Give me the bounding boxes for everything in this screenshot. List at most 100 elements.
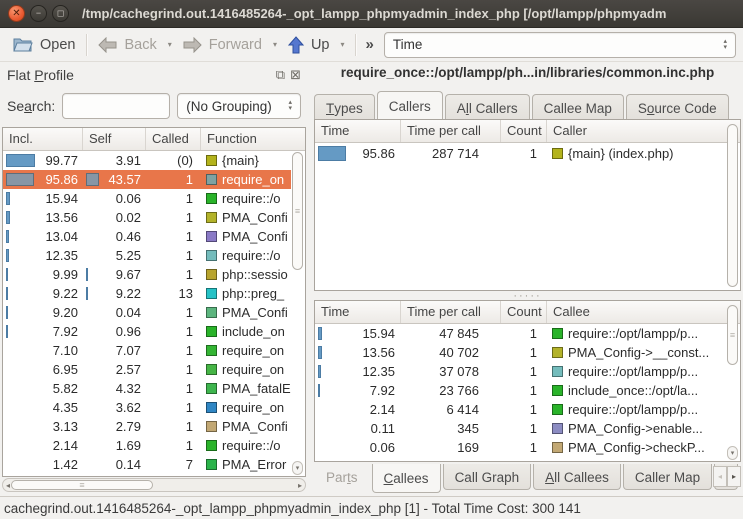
- tab-callees[interactable]: Callees: [372, 464, 441, 493]
- tab-all-callees[interactable]: All Callees: [533, 464, 621, 490]
- column-header-count[interactable]: Count: [501, 120, 547, 142]
- table-row[interactable]: 0.031031PMA_C: [315, 457, 727, 461]
- scrollbar-thumb[interactable]: ≡: [727, 305, 738, 365]
- cost-bar: [318, 146, 346, 161]
- column-header-count[interactable]: Count: [501, 301, 547, 323]
- column-header-self[interactable]: Self: [83, 128, 146, 150]
- column-header-time-per-call[interactable]: Time per call: [401, 301, 501, 323]
- close-dock-icon[interactable]: ⊠: [290, 67, 301, 83]
- vertical-scrollbar[interactable]: ≡ ▾: [291, 130, 304, 475]
- table-row[interactable]: 2.146 4141require::/opt/lampp/p...: [315, 400, 727, 419]
- scrollbar-thumb[interactable]: ≡: [292, 152, 303, 270]
- table-row[interactable]: 1.400.025PMA_B: [3, 474, 291, 476]
- scroll-down-button[interactable]: ▾: [727, 446, 738, 460]
- table-row[interactable]: 9.229.2213php::preg_: [3, 284, 291, 303]
- table-row[interactable]: 4.353.621require_on: [3, 398, 291, 417]
- table-row[interactable]: 7.920.961include_on: [3, 322, 291, 341]
- called-cell: 1: [146, 227, 201, 246]
- search-input[interactable]: [62, 93, 170, 119]
- up-label: Up: [311, 37, 330, 53]
- table-row[interactable]: 95.86287 7141{main} (index.php): [315, 143, 727, 164]
- called-cell: 1: [146, 322, 201, 341]
- table-row[interactable]: 9.999.671php::sessio: [3, 265, 291, 284]
- column-header-time[interactable]: Time: [315, 120, 401, 142]
- cost-bar: [318, 384, 320, 397]
- table-row[interactable]: 7.107.071require_on: [3, 341, 291, 360]
- back-button[interactable]: Back: [92, 34, 162, 56]
- grouping-select[interactable]: (No Grouping) ▴▾: [177, 93, 301, 119]
- table-row[interactable]: 0.061691PMA_Config->checkP...: [315, 438, 727, 457]
- function-type-icon: [206, 155, 217, 166]
- self-cell: 3.91: [83, 151, 146, 170]
- table-row[interactable]: 13.5640 7021PMA_Config->__const...: [315, 343, 727, 362]
- function-type-icon: [206, 364, 217, 375]
- function-cell: php::sessio: [201, 265, 291, 284]
- column-header-called[interactable]: Called: [146, 128, 201, 150]
- table-row[interactable]: 9.200.041PMA_Confi: [3, 303, 291, 322]
- table-row[interactable]: 1.420.147PMA_Error: [3, 455, 291, 474]
- up-dropdown-icon[interactable]: ▾: [336, 40, 350, 49]
- function-type-icon: [206, 174, 217, 185]
- tab-scroll-left-icon[interactable]: ◂: [713, 466, 727, 487]
- table-row[interactable]: 99.773.91(0){main}: [3, 151, 291, 170]
- table-row[interactable]: 15.9447 8451require::/opt/lampp/p...: [315, 324, 727, 343]
- table-row[interactable]: 12.355.251require::/o: [3, 246, 291, 265]
- function-cell: require::/o: [201, 246, 291, 265]
- time-per-call-cell: 37 078: [401, 362, 501, 381]
- vertical-scrollbar[interactable]: [726, 122, 739, 289]
- scroll-right-icon[interactable]: ▸: [295, 479, 305, 491]
- forward-button[interactable]: Forward: [177, 34, 268, 56]
- status-text: cachegrind.out.1416485264-_opt_lampp_php…: [4, 501, 581, 516]
- tab-caller-map[interactable]: Caller Map: [623, 464, 712, 490]
- count-cell: 1: [501, 324, 547, 343]
- time-per-call-cell: 103: [401, 457, 501, 461]
- scrollbar-thumb[interactable]: ≡: [11, 480, 153, 490]
- function-cell: {main}: [201, 151, 291, 170]
- column-header-time[interactable]: Time: [315, 301, 401, 323]
- column-header-incl[interactable]: Incl.: [3, 128, 83, 150]
- table-row[interactable]: 15.940.061require::/o: [3, 189, 291, 208]
- table-row[interactable]: 0.113451PMA_Config->enable...: [315, 419, 727, 438]
- called-cell: 1: [146, 208, 201, 227]
- column-header-time-per-call[interactable]: Time per call: [401, 120, 501, 142]
- table-row[interactable]: 95.8643.571require_on: [3, 170, 291, 189]
- table-row[interactable]: 5.824.321PMA_fatalE: [3, 379, 291, 398]
- column-header-callee[interactable]: Callee: [547, 301, 740, 323]
- tab-all-callers[interactable]: All Callers: [445, 94, 530, 120]
- open-button[interactable]: Open: [7, 33, 81, 56]
- tab-callers[interactable]: Callers: [377, 91, 443, 120]
- back-dropdown-icon[interactable]: ▾: [163, 40, 177, 49]
- table-row[interactable]: 3.132.791PMA_Confi: [3, 417, 291, 436]
- table-row[interactable]: 7.9223 7661include_once::/opt/la...: [315, 381, 727, 400]
- up-button[interactable]: Up: [282, 33, 336, 57]
- toolbar-overflow-button[interactable]: »: [361, 36, 379, 53]
- window-close-button[interactable]: ✕: [8, 5, 25, 22]
- column-header-function[interactable]: Function: [201, 128, 305, 150]
- horizontal-scrollbar[interactable]: ◂ ≡ ▸: [2, 478, 306, 492]
- time-per-call-cell: 6 414: [401, 400, 501, 419]
- scrollbar-thumb[interactable]: [727, 124, 738, 287]
- table-row[interactable]: 2.141.691require::/o: [3, 436, 291, 455]
- pane-splitter[interactable]: ·····: [312, 291, 743, 300]
- forward-dropdown-icon[interactable]: ▾: [268, 40, 282, 49]
- scroll-down-button[interactable]: ▾: [292, 461, 303, 475]
- column-header-caller[interactable]: Caller: [547, 120, 740, 142]
- count-cell: 1: [501, 400, 547, 419]
- incl-cell: 7.10: [3, 341, 83, 360]
- table-row[interactable]: 13.040.461PMA_Confi: [3, 227, 291, 246]
- table-row[interactable]: 12.3537 0781require::/opt/lampp/p...: [315, 362, 727, 381]
- vertical-scrollbar[interactable]: ≡ ▾: [726, 303, 739, 460]
- self-cell: 1.69: [83, 436, 146, 455]
- tab-source-code[interactable]: Source Code: [626, 94, 729, 120]
- tab-call-graph[interactable]: Call Graph: [443, 464, 532, 490]
- event-type-select[interactable]: Time ▴▾: [384, 32, 736, 58]
- tab-scroll-right-icon[interactable]: ▸: [727, 466, 741, 487]
- window-minimize-button[interactable]: −: [30, 5, 47, 22]
- float-dock-icon[interactable]: ⧉: [276, 67, 285, 83]
- tab-callee-map[interactable]: Callee Map: [532, 94, 624, 120]
- tab-types[interactable]: Types: [314, 94, 375, 120]
- callee-cell: require::/opt/lampp/p...: [547, 324, 727, 343]
- window-maximize-button[interactable]: ◻: [52, 5, 69, 22]
- table-row[interactable]: 13.560.021PMA_Confi: [3, 208, 291, 227]
- table-row[interactable]: 6.952.571require_on: [3, 360, 291, 379]
